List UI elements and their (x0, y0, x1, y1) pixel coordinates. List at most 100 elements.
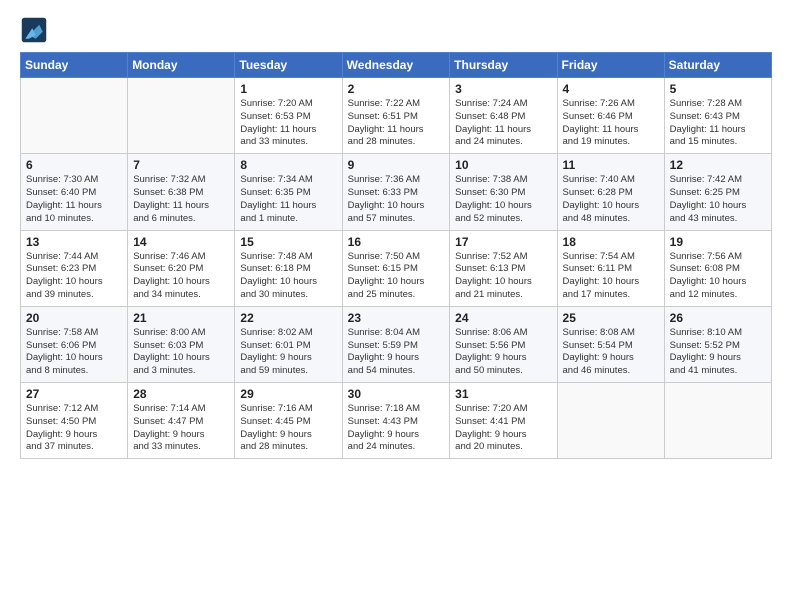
day-number: 18 (563, 235, 659, 249)
day-number: 26 (670, 311, 766, 325)
day-number: 7 (133, 158, 229, 172)
calendar-header: SundayMondayTuesdayWednesdayThursdayFrid… (21, 53, 772, 78)
calendar-cell: 22 Sunrise: 8:02 AM Sunset: 6:01 PM Dayli… (235, 306, 342, 382)
calendar-cell: 8 Sunrise: 7:34 AM Sunset: 6:35 PM Daylig… (235, 154, 342, 230)
day-number: 28 (133, 387, 229, 401)
day-number: 11 (563, 158, 659, 172)
calendar-cell: 5Sunrise: 7:28 AM Sunset: 6:43 PM Daylig… (664, 78, 771, 154)
calendar-cell: 30 Sunrise: 7:18 AM Sunset: 4:43 PM Dayli… (342, 383, 450, 459)
weekday-tuesday: Tuesday (235, 53, 342, 78)
day-info: Sunrise: 8:02 AM Sunset: 6:01 PM Dayligh… (240, 327, 336, 378)
day-info: Sunrise: 7:22 AM Sunset: 6:51 PM Dayligh… (348, 98, 445, 149)
day-info: Sunrise: 7:30 AM Sunset: 6:40 PM Dayligh… (26, 174, 122, 225)
day-number: 16 (348, 235, 445, 249)
day-info: Sunrise: 8:00 AM Sunset: 6:03 PM Dayligh… (133, 327, 229, 378)
calendar-cell: 20 Sunrise: 7:58 AM Sunset: 6:06 PM Dayli… (21, 306, 128, 382)
day-number: 10 (455, 158, 551, 172)
day-number: 21 (133, 311, 229, 325)
weekday-sunday: Sunday (21, 53, 128, 78)
weekday-friday: Friday (557, 53, 664, 78)
day-info: Sunrise: 7:40 AM Sunset: 6:28 PM Dayligh… (563, 174, 659, 225)
day-info: Sunrise: 7:52 AM Sunset: 6:13 PM Dayligh… (455, 251, 551, 302)
day-info: Sunrise: 7:32 AM Sunset: 6:38 PM Dayligh… (133, 174, 229, 225)
calendar-cell: 28 Sunrise: 7:14 AM Sunset: 4:47 PM Dayli… (128, 383, 235, 459)
calendar-cell: 11 Sunrise: 7:40 AM Sunset: 6:28 PM Dayli… (557, 154, 664, 230)
day-info: Sunrise: 7:16 AM Sunset: 4:45 PM Dayligh… (240, 403, 336, 454)
day-info: Sunrise: 7:28 AM Sunset: 6:43 PM Dayligh… (670, 98, 766, 149)
calendar-cell: 4 Sunrise: 7:26 AM Sunset: 6:46 PM Daylig… (557, 78, 664, 154)
day-number: 17 (455, 235, 551, 249)
day-number: 2 (348, 82, 445, 96)
calendar-cell: 31Sunrise: 7:20 AM Sunset: 4:41 PM Dayli… (450, 383, 557, 459)
calendar-cell: 15 Sunrise: 7:48 AM Sunset: 6:18 PM Dayli… (235, 230, 342, 306)
day-info: Sunrise: 7:46 AM Sunset: 6:20 PM Dayligh… (133, 251, 229, 302)
week-row-4: 27 Sunrise: 7:12 AM Sunset: 4:50 PM Dayli… (21, 383, 772, 459)
weekday-saturday: Saturday (664, 53, 771, 78)
calendar-cell: 2 Sunrise: 7:22 AM Sunset: 6:51 PM Daylig… (342, 78, 450, 154)
calendar-cell: 23 Sunrise: 8:04 AM Sunset: 5:59 PM Dayli… (342, 306, 450, 382)
calendar-cell (128, 78, 235, 154)
day-info: Sunrise: 7:24 AM Sunset: 6:48 PM Dayligh… (455, 98, 551, 149)
day-number: 4 (563, 82, 659, 96)
calendar-cell: 17 Sunrise: 7:52 AM Sunset: 6:13 PM Dayli… (450, 230, 557, 306)
day-number: 23 (348, 311, 445, 325)
calendar-cell: 9 Sunrise: 7:36 AM Sunset: 6:33 PM Daylig… (342, 154, 450, 230)
weekday-thursday: Thursday (450, 53, 557, 78)
calendar-cell: 24Sunrise: 8:06 AM Sunset: 5:56 PM Dayli… (450, 306, 557, 382)
day-number: 8 (240, 158, 336, 172)
day-info: Sunrise: 7:50 AM Sunset: 6:15 PM Dayligh… (348, 251, 445, 302)
calendar: SundayMondayTuesdayWednesdayThursdayFrid… (20, 52, 772, 459)
day-number: 20 (26, 311, 122, 325)
day-number: 3 (455, 82, 551, 96)
calendar-cell: 7 Sunrise: 7:32 AM Sunset: 6:38 PM Daylig… (128, 154, 235, 230)
weekday-header-row: SundayMondayTuesdayWednesdayThursdayFrid… (21, 53, 772, 78)
day-info: Sunrise: 8:04 AM Sunset: 5:59 PM Dayligh… (348, 327, 445, 378)
calendar-body: 1Sunrise: 7:20 AM Sunset: 6:53 PM Daylig… (21, 78, 772, 459)
header (20, 16, 772, 44)
day-number: 6 (26, 158, 122, 172)
calendar-cell: 19 Sunrise: 7:56 AM Sunset: 6:08 PM Dayli… (664, 230, 771, 306)
day-info: Sunrise: 7:38 AM Sunset: 6:30 PM Dayligh… (455, 174, 551, 225)
day-number: 15 (240, 235, 336, 249)
day-info: Sunrise: 7:56 AM Sunset: 6:08 PM Dayligh… (670, 251, 766, 302)
day-number: 30 (348, 387, 445, 401)
day-number: 9 (348, 158, 445, 172)
day-info: Sunrise: 8:10 AM Sunset: 5:52 PM Dayligh… (670, 327, 766, 378)
day-info: Sunrise: 7:20 AM Sunset: 4:41 PM Dayligh… (455, 403, 551, 454)
calendar-cell: 27 Sunrise: 7:12 AM Sunset: 4:50 PM Dayli… (21, 383, 128, 459)
day-info: Sunrise: 7:36 AM Sunset: 6:33 PM Dayligh… (348, 174, 445, 225)
week-row-0: 1Sunrise: 7:20 AM Sunset: 6:53 PM Daylig… (21, 78, 772, 154)
day-info: Sunrise: 7:12 AM Sunset: 4:50 PM Dayligh… (26, 403, 122, 454)
weekday-monday: Monday (128, 53, 235, 78)
day-number: 22 (240, 311, 336, 325)
day-info: Sunrise: 7:44 AM Sunset: 6:23 PM Dayligh… (26, 251, 122, 302)
week-row-1: 6 Sunrise: 7:30 AM Sunset: 6:40 PM Daylig… (21, 154, 772, 230)
day-info: Sunrise: 7:58 AM Sunset: 6:06 PM Dayligh… (26, 327, 122, 378)
day-info: Sunrise: 7:18 AM Sunset: 4:43 PM Dayligh… (348, 403, 445, 454)
calendar-cell (21, 78, 128, 154)
day-number: 27 (26, 387, 122, 401)
logo (20, 16, 52, 44)
day-info: Sunrise: 8:06 AM Sunset: 5:56 PM Dayligh… (455, 327, 551, 378)
day-number: 1 (240, 82, 336, 96)
logo-icon (20, 16, 48, 44)
day-number: 29 (240, 387, 336, 401)
day-number: 13 (26, 235, 122, 249)
calendar-cell: 12 Sunrise: 7:42 AM Sunset: 6:25 PM Dayli… (664, 154, 771, 230)
day-number: 19 (670, 235, 766, 249)
calendar-cell: 1Sunrise: 7:20 AM Sunset: 6:53 PM Daylig… (235, 78, 342, 154)
calendar-cell: 26 Sunrise: 8:10 AM Sunset: 5:52 PM Dayli… (664, 306, 771, 382)
day-info: Sunrise: 8:08 AM Sunset: 5:54 PM Dayligh… (563, 327, 659, 378)
day-info: Sunrise: 7:42 AM Sunset: 6:25 PM Dayligh… (670, 174, 766, 225)
calendar-cell: 18 Sunrise: 7:54 AM Sunset: 6:11 PM Dayli… (557, 230, 664, 306)
calendar-cell: 3 Sunrise: 7:24 AM Sunset: 6:48 PM Daylig… (450, 78, 557, 154)
day-number: 12 (670, 158, 766, 172)
day-info: Sunrise: 7:14 AM Sunset: 4:47 PM Dayligh… (133, 403, 229, 454)
day-info: Sunrise: 7:26 AM Sunset: 6:46 PM Dayligh… (563, 98, 659, 149)
calendar-cell: 6 Sunrise: 7:30 AM Sunset: 6:40 PM Daylig… (21, 154, 128, 230)
week-row-2: 13 Sunrise: 7:44 AM Sunset: 6:23 PM Dayli… (21, 230, 772, 306)
calendar-cell: 29 Sunrise: 7:16 AM Sunset: 4:45 PM Dayli… (235, 383, 342, 459)
day-info: Sunrise: 7:54 AM Sunset: 6:11 PM Dayligh… (563, 251, 659, 302)
day-info: Sunrise: 7:48 AM Sunset: 6:18 PM Dayligh… (240, 251, 336, 302)
day-info: Sunrise: 7:34 AM Sunset: 6:35 PM Dayligh… (240, 174, 336, 225)
